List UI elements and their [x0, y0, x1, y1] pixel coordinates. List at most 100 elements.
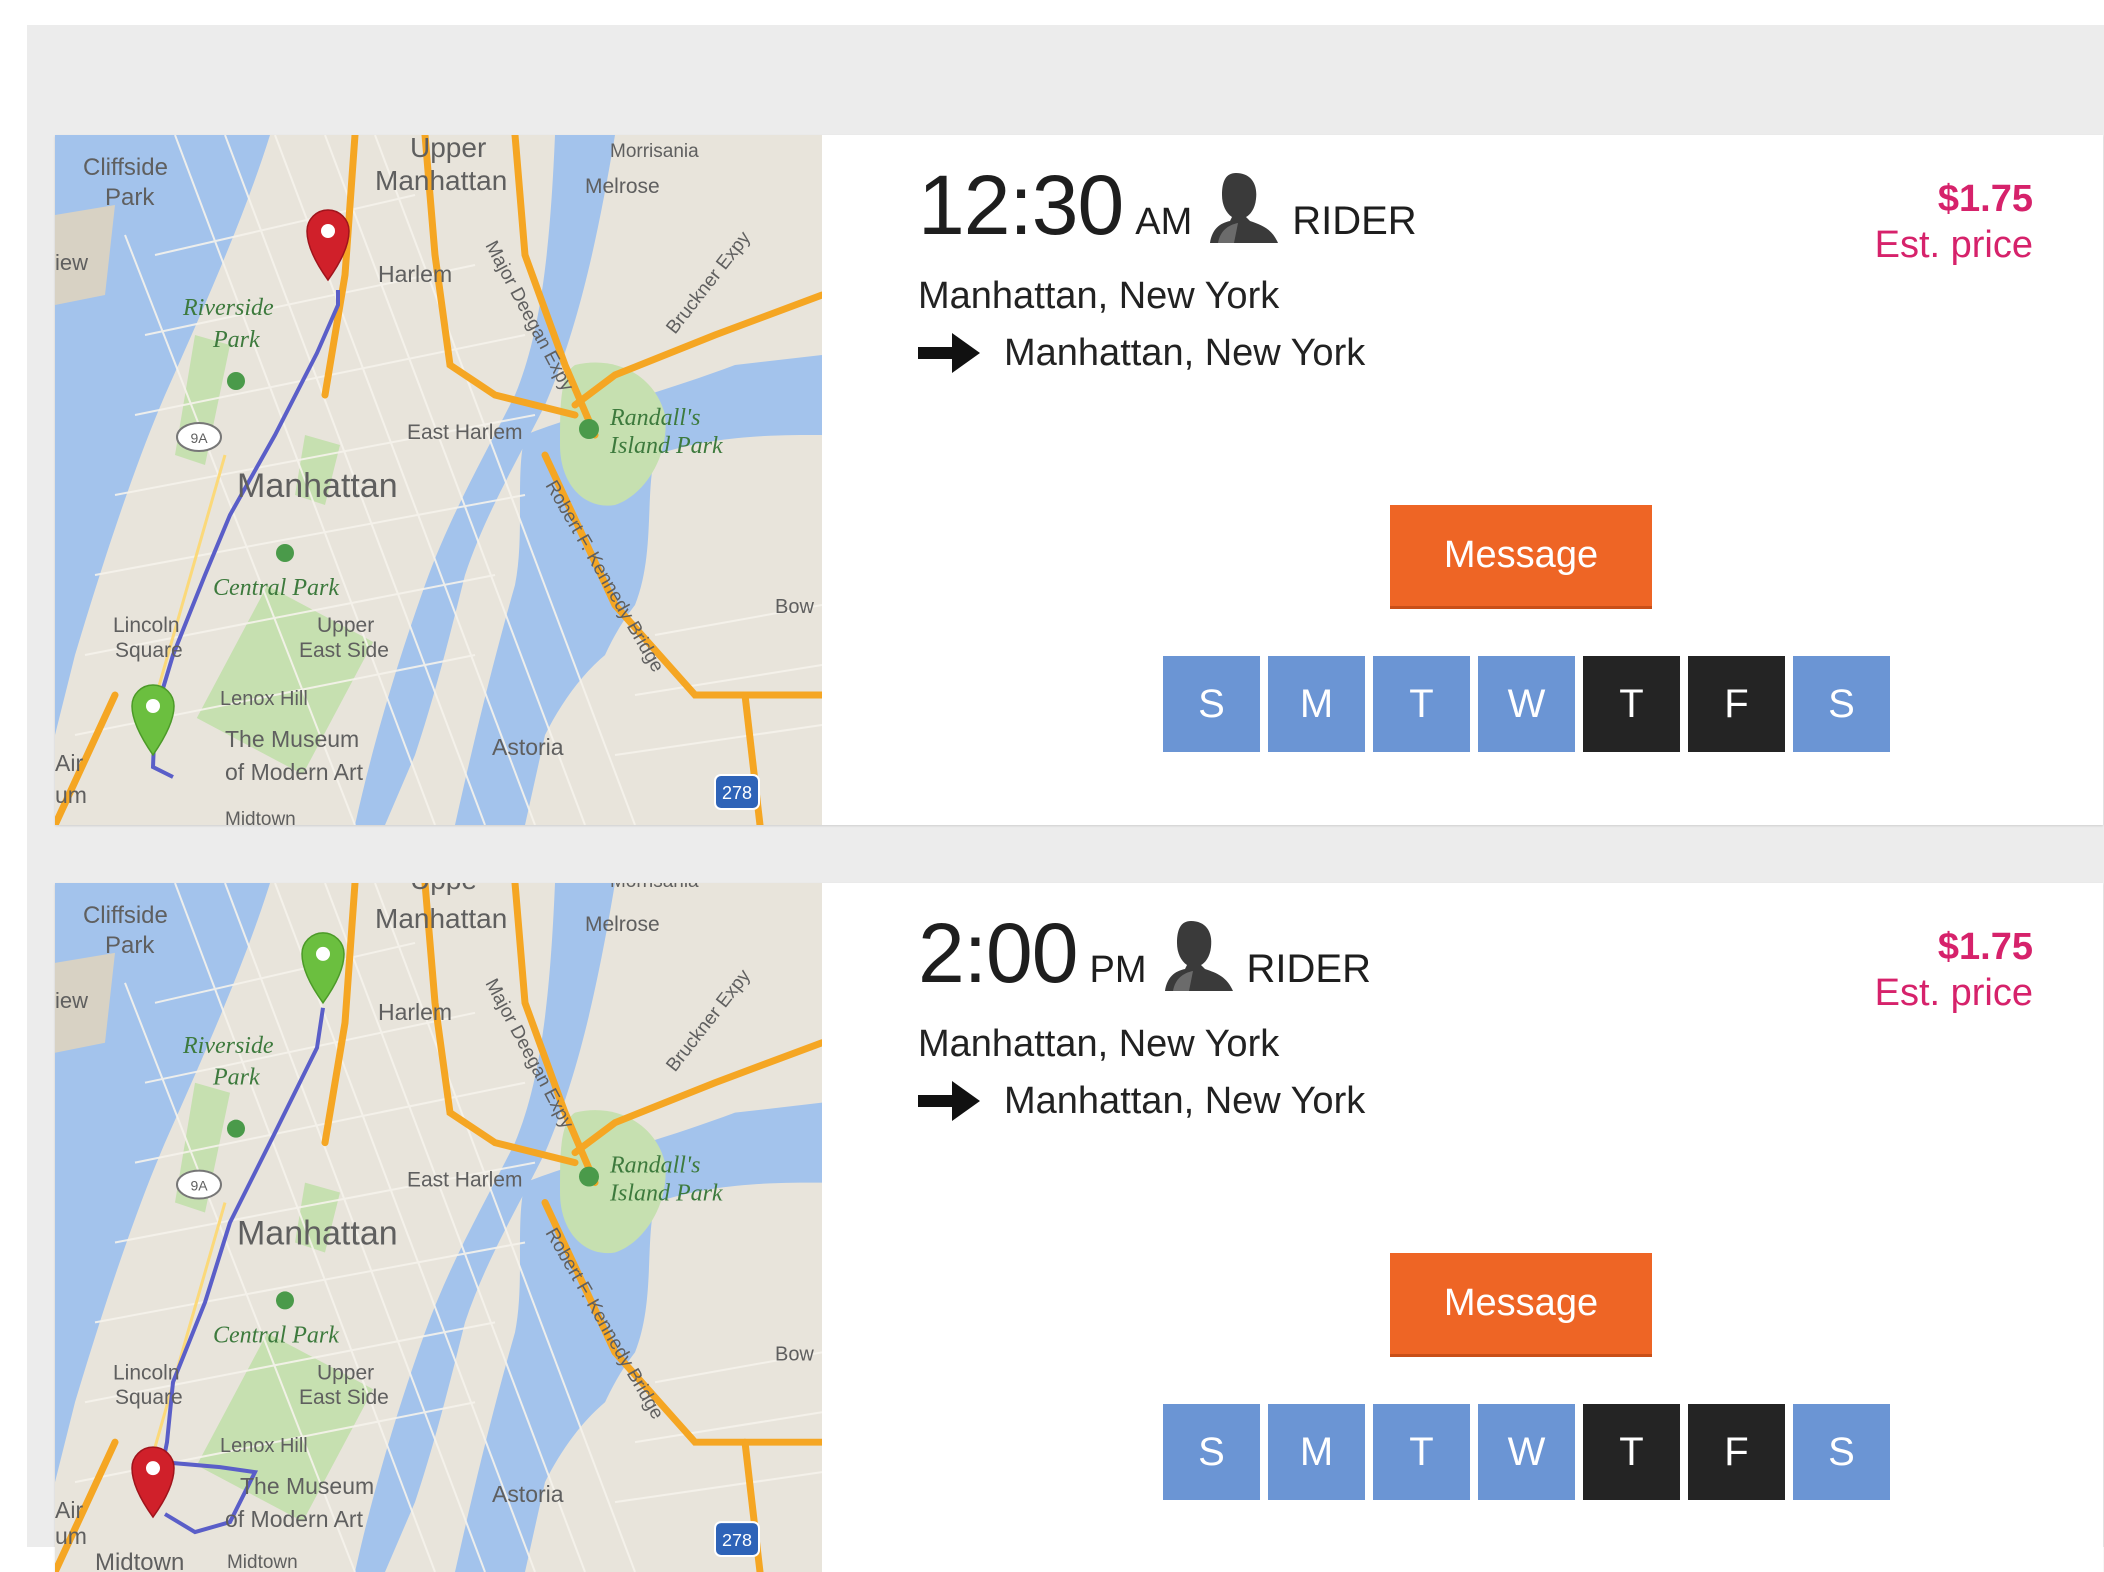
day-selector: S M T W T F S — [1163, 1404, 1890, 1500]
interstate-278-shield-icon: 278 — [714, 1521, 760, 1558]
svg-text:278: 278 — [722, 1530, 752, 1550]
svg-text:um: um — [55, 782, 87, 808]
svg-text:Island Park: Island Park — [609, 433, 723, 459]
interstate-278-shield-icon: 278 — [714, 774, 760, 810]
ride-time: 2:00 — [918, 906, 1078, 1000]
ride-time-period: AM — [1135, 201, 1193, 243]
route-map[interactable]: 9A 278 Cliffside Park Upper Manhattan Mo… — [55, 135, 822, 825]
ride-info: 2:00 PM RIDER Manhattan, New York Manhat… — [822, 883, 2103, 1572]
rider-icon — [1210, 173, 1279, 243]
day-wednesday[interactable]: W — [1478, 1404, 1575, 1500]
price-block: $1.75 Est. price — [1875, 925, 2033, 1016]
svg-text:Upper: Upper — [317, 1361, 374, 1384]
svg-text:East Side: East Side — [299, 1386, 389, 1409]
svg-text:Manhattan: Manhattan — [237, 1214, 398, 1252]
svg-text:Lenox Hill: Lenox Hill — [220, 688, 308, 710]
ride-card: 9A 278 Cliffside Park Upper Manhattan Mo… — [55, 135, 2103, 825]
svg-text:The Museum: The Museum — [225, 726, 359, 752]
day-thursday[interactable]: T — [1583, 656, 1680, 752]
ride-time-row: 12:30 AM RIDER — [918, 163, 1417, 247]
svg-text:278: 278 — [722, 783, 752, 803]
day-monday[interactable]: M — [1268, 656, 1365, 752]
svg-text:Upper: Upper — [410, 135, 486, 163]
svg-text:9A: 9A — [190, 430, 208, 446]
ride-info: 12:30 AM RIDER Manhattan, New York Manha… — [822, 135, 2103, 825]
svg-text:East Side: East Side — [299, 639, 389, 662]
svg-text:of Modern Art: of Modern Art — [225, 759, 364, 785]
svg-text:Randall's: Randall's — [609, 405, 700, 431]
day-saturday[interactable]: S — [1793, 656, 1890, 752]
route-map[interactable]: 9A 278 Cliffside Park Uppe Manhattan Mor… — [55, 883, 822, 1572]
svg-text:of Modern Art: of Modern Art — [225, 1506, 364, 1532]
svg-text:Central Park: Central Park — [213, 1322, 339, 1348]
ride-role: RIDER — [1246, 947, 1371, 991]
message-button[interactable]: Message — [1390, 505, 1652, 609]
svg-text:Lincoln: Lincoln — [113, 1361, 180, 1384]
svg-text:Astoria: Astoria — [492, 1481, 564, 1507]
ride-time-period: PM — [1089, 949, 1147, 991]
svg-text:Upper: Upper — [317, 614, 374, 637]
svg-text:Manhattan: Manhattan — [375, 903, 507, 934]
svg-text:9A: 9A — [190, 1178, 208, 1194]
day-friday[interactable]: F — [1688, 656, 1785, 752]
ride-destination-row: Manhattan, New York — [918, 1079, 1365, 1123]
svg-text:Uppe: Uppe — [410, 883, 477, 895]
svg-text:Square: Square — [115, 639, 183, 662]
svg-text:Midtown: Midtown — [227, 1552, 298, 1572]
svg-text:Astoria: Astoria — [492, 734, 564, 760]
svg-text:Park: Park — [105, 932, 155, 959]
day-sunday[interactable]: S — [1163, 656, 1260, 752]
svg-text:iew: iew — [55, 250, 88, 275]
svg-text:Bow: Bow — [775, 1343, 814, 1365]
arrow-right-icon — [918, 333, 980, 373]
svg-text:Harlem: Harlem — [378, 261, 452, 287]
svg-text:Lincoln: Lincoln — [113, 614, 180, 637]
svg-text:Cliffside: Cliffside — [83, 902, 168, 929]
svg-text:Air: Air — [55, 1497, 83, 1523]
svg-text:Morrisania: Morrisania — [610, 141, 699, 162]
ride-time: 12:30 — [918, 158, 1124, 252]
est-price-caption: Est. price — [1874, 223, 2033, 266]
rides-panel: 9A 278 Cliffside Park Upper Manhattan Mo… — [27, 25, 2104, 1572]
svg-text:Melrose: Melrose — [585, 913, 660, 936]
route-9a-shield-icon: 9A — [176, 1169, 222, 1200]
day-selector: S M T W T F S — [1163, 656, 1890, 752]
price-block: $1.75 Est. price — [1875, 177, 2033, 268]
svg-text:Square: Square — [115, 1386, 183, 1409]
svg-text:Park: Park — [212, 1065, 260, 1091]
svg-text:Central Park: Central Park — [213, 575, 339, 601]
route-9a-shield-icon: 9A — [176, 422, 222, 452]
ride-destination: Manhattan, New York — [1004, 331, 1366, 374]
ride-role: RIDER — [1292, 199, 1417, 243]
svg-text:Melrose: Melrose — [585, 175, 660, 198]
route-map-graphic: 9A 278 Cliffside Park Uppe Manhattan Mor… — [55, 883, 822, 1572]
svg-text:iew: iew — [55, 988, 88, 1013]
svg-text:Manhattan: Manhattan — [375, 165, 507, 196]
svg-text:The Museum: The Museum — [240, 1473, 374, 1499]
svg-text:East Harlem: East Harlem — [407, 421, 523, 444]
day-wednesday[interactable]: W — [1478, 656, 1575, 752]
est-price-value: $1.75 — [1937, 926, 2033, 968]
svg-text:Midtown: Midtown — [95, 1549, 184, 1572]
day-tuesday[interactable]: T — [1373, 1404, 1470, 1500]
svg-text:Riverside: Riverside — [182, 295, 274, 321]
svg-text:Manhattan: Manhattan — [237, 467, 398, 505]
day-sunday[interactable]: S — [1163, 1404, 1260, 1500]
day-tuesday[interactable]: T — [1373, 656, 1470, 752]
ride-destination-row: Manhattan, New York — [918, 331, 1365, 375]
svg-text:Midtown: Midtown — [225, 809, 296, 825]
day-friday[interactable]: F — [1688, 1404, 1785, 1500]
svg-text:Bow: Bow — [775, 596, 814, 618]
day-saturday[interactable]: S — [1793, 1404, 1890, 1500]
arrow-right-icon — [918, 1081, 980, 1121]
svg-text:Riverside: Riverside — [182, 1033, 274, 1059]
svg-text:Island Park: Island Park — [609, 1181, 723, 1207]
svg-text:Lenox Hill: Lenox Hill — [220, 1435, 308, 1457]
svg-text:Park: Park — [105, 184, 155, 211]
day-thursday[interactable]: T — [1583, 1404, 1680, 1500]
svg-text:East Harlem: East Harlem — [407, 1169, 522, 1192]
ride-card: 9A 278 Cliffside Park Uppe Manhattan Mor… — [55, 883, 2103, 1572]
day-monday[interactable]: M — [1268, 1404, 1365, 1500]
message-button[interactable]: Message — [1390, 1253, 1652, 1357]
svg-text:Park: Park — [212, 327, 260, 353]
